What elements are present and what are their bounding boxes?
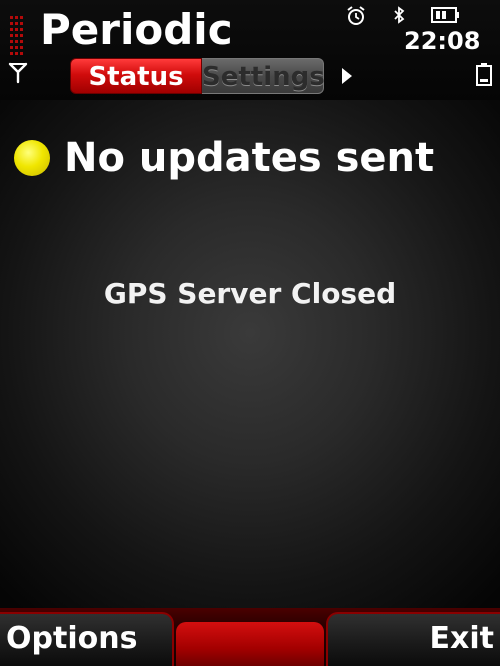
battery-indicator-icon [431, 7, 459, 23]
status-text: No updates sent [64, 135, 435, 181]
phone-screen: Periodic 22:08 Status Settings No update… [0, 0, 500, 666]
battery-level-icon [476, 63, 492, 86]
tab-settings[interactable]: Settings [202, 58, 325, 94]
tab-bar: Status Settings [70, 58, 325, 98]
clock: 22:08 [404, 27, 481, 55]
status-row: No updates sent [14, 130, 434, 186]
server-status-text: GPS Server Closed [103, 277, 397, 310]
antenna-icon [8, 62, 28, 84]
tab-status[interactable]: Status [70, 58, 202, 94]
signal-strength-icon [10, 16, 24, 62]
status-dot-icon [14, 140, 50, 176]
softkey-bar: Options Exit [0, 608, 500, 666]
bluetooth-icon [394, 6, 405, 24]
chevron-right-icon[interactable] [340, 66, 354, 86]
alarm-clock-icon [347, 6, 365, 25]
exit-button[interactable]: Exit [430, 622, 494, 656]
center-softkey[interactable] [176, 622, 324, 666]
options-button[interactable]: Options [6, 622, 137, 656]
app-title: Periodic [40, 5, 233, 54]
